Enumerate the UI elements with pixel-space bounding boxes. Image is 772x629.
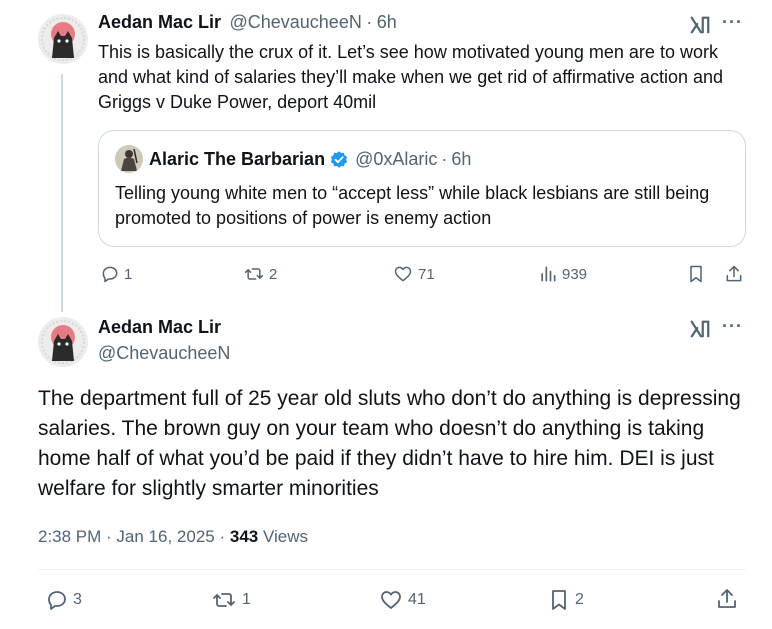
bookmark-count: 2 <box>575 591 584 608</box>
bookmark-icon <box>690 265 702 283</box>
thread-connector-line <box>61 74 63 312</box>
author-handle[interactable]: @ChevaucheeN <box>229 12 361 32</box>
grok-icon[interactable] <box>689 14 711 36</box>
reply-icon <box>102 266 118 283</box>
like-count: 71 <box>418 265 435 283</box>
author-name[interactable]: Aedan Mac Lir <box>98 12 221 32</box>
bookmark-button[interactable] <box>686 264 706 284</box>
views-chart-icon <box>541 266 556 282</box>
repost-count: 1 <box>242 591 251 608</box>
separator-dot: · <box>441 149 448 169</box>
like-count: 41 <box>408 591 426 608</box>
author-avatar[interactable] <box>38 14 88 64</box>
repost-icon <box>213 593 235 607</box>
share-button[interactable] <box>715 587 739 611</box>
quoted-author-avatar <box>115 145 143 173</box>
separator-dot: · <box>366 12 373 32</box>
views-count: 343 <box>229 527 259 546</box>
divider <box>38 569 746 570</box>
bookmark-icon <box>552 590 566 610</box>
quoted-post-time: 6h <box>451 149 472 169</box>
quoted-author-handle: @0xAlaric <box>355 149 438 169</box>
share-icon <box>726 265 742 282</box>
reply-tweet-text: This is basically the crux of it. Let’s … <box>98 42 723 112</box>
reply-count: 1 <box>124 265 133 283</box>
post-time[interactable]: 6h <box>377 12 397 32</box>
repost-count: 2 <box>269 265 278 283</box>
repost-button[interactable]: 1 <box>210 588 251 612</box>
reply-tweet-header: Aedan Mac Lir @ChevaucheeN · 6h <box>98 12 397 33</box>
repost-icon <box>244 268 264 280</box>
reply-count: 3 <box>73 591 82 608</box>
view-count: 939 <box>562 265 588 283</box>
author-avatar[interactable] <box>38 317 88 367</box>
quoted-tweet-text: Telling young white men to “accept less”… <box>115 183 710 228</box>
reply-icon <box>48 591 66 610</box>
main-tweet-text: The department full of 25 year old sluts… <box>38 387 741 500</box>
share-icon <box>718 589 736 608</box>
more-horizontal-icon[interactable]: ··· <box>722 316 743 337</box>
bookmark-button[interactable]: 2 <box>547 588 584 612</box>
heart-icon <box>381 591 401 609</box>
verified-badge-icon <box>329 150 349 170</box>
reply-button[interactable]: 3 <box>45 588 82 612</box>
views-button[interactable]: 939 <box>538 264 587 284</box>
author-name[interactable]: Aedan Mac Lir <box>98 317 221 338</box>
quoted-tweet-header: Alaric The Barbarian @0xAlaric · 6h <box>149 149 471 170</box>
heart-icon <box>394 266 412 282</box>
quoted-author-name: Alaric The Barbarian <box>149 149 326 169</box>
share-button[interactable] <box>724 264 744 284</box>
post-timestamp[interactable]: 2:38 PM · Jan 16, 2025 <box>38 527 215 546</box>
author-handle[interactable]: @ChevaucheeN <box>98 343 230 364</box>
more-horizontal-icon[interactable]: ··· <box>722 12 743 33</box>
repost-button[interactable]: 2 <box>243 264 277 284</box>
views-label: Views <box>262 527 309 546</box>
like-button[interactable]: 71 <box>392 264 435 284</box>
like-button[interactable]: 41 <box>378 588 426 612</box>
grok-icon[interactable] <box>689 318 711 340</box>
reply-button[interactable]: 1 <box>100 264 132 284</box>
separator-dot: · <box>219 527 226 546</box>
tweet-metadata: 2:38 PM · Jan 16, 2025 · 343 Views <box>38 527 308 547</box>
quoted-tweet-card[interactable]: Alaric The Barbarian @0xAlaric · 6h Tell… <box>98 130 746 247</box>
